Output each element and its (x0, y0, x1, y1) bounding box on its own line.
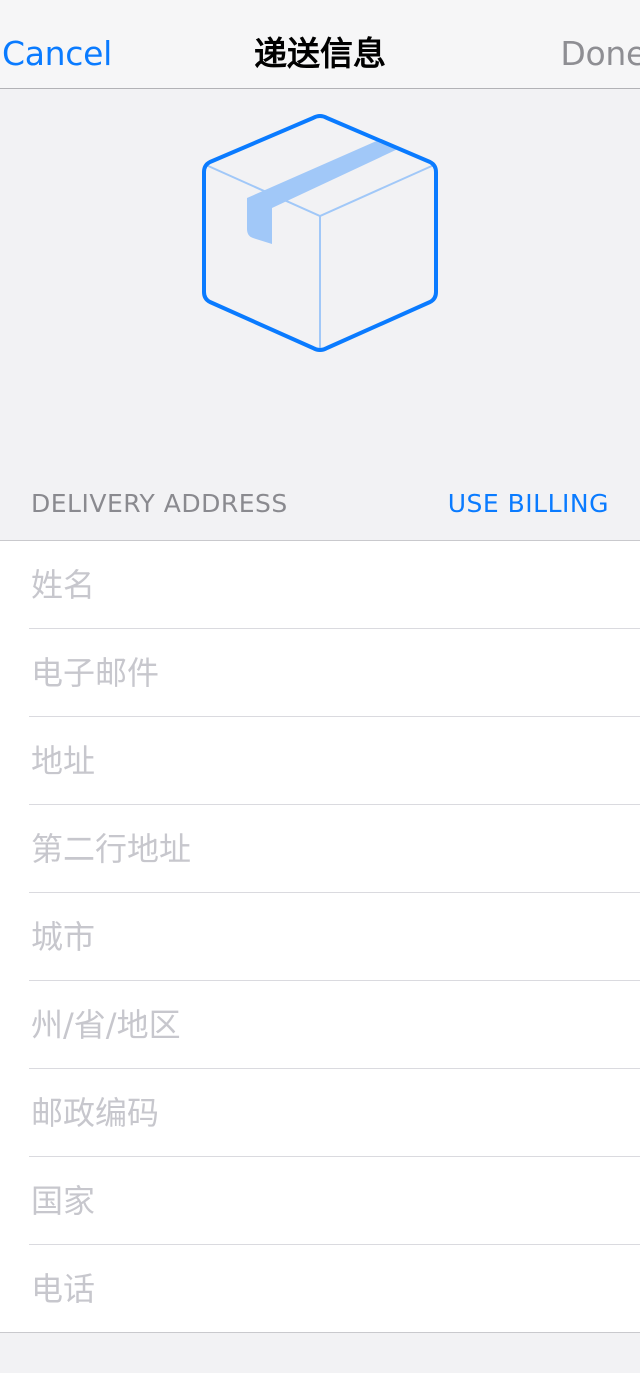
state-field[interactable] (29, 981, 612, 1068)
postal-code-field[interactable] (29, 1069, 612, 1156)
delivery-address-form (0, 540, 640, 1333)
email-field[interactable] (29, 629, 612, 716)
section-title: DELIVERY ADDRESS (31, 489, 288, 518)
delivery-address-header: DELIVERY ADDRESS USE BILLING (0, 470, 640, 540)
email-field-row (29, 629, 640, 717)
address-line2-field-row (29, 805, 640, 893)
navigation-bar: Cancel 递送信息 Done (0, 0, 640, 89)
state-field-row (29, 981, 640, 1069)
page-title: 递送信息 (254, 34, 386, 73)
address-field-row (29, 717, 640, 805)
delivery-info-screen: Cancel 递送信息 Done DELIVERY ADDRESS USE BI… (0, 0, 640, 1373)
phone-field[interactable] (29, 1245, 612, 1332)
done-button[interactable]: Done (560, 34, 640, 74)
postal-code-field-row (29, 1069, 640, 1157)
phone-field-row (29, 1245, 640, 1333)
delivery-illustration (0, 89, 640, 469)
address-line2-field[interactable] (29, 805, 612, 892)
address-field[interactable] (29, 717, 612, 804)
package-box-icon (202, 114, 438, 352)
country-field-row (29, 1157, 640, 1245)
use-billing-button[interactable]: USE BILLING (448, 488, 609, 520)
city-field-row (29, 893, 640, 981)
name-field-row (29, 541, 640, 629)
name-field[interactable] (29, 541, 612, 628)
country-field[interactable] (29, 1157, 612, 1244)
city-field[interactable] (29, 893, 612, 980)
